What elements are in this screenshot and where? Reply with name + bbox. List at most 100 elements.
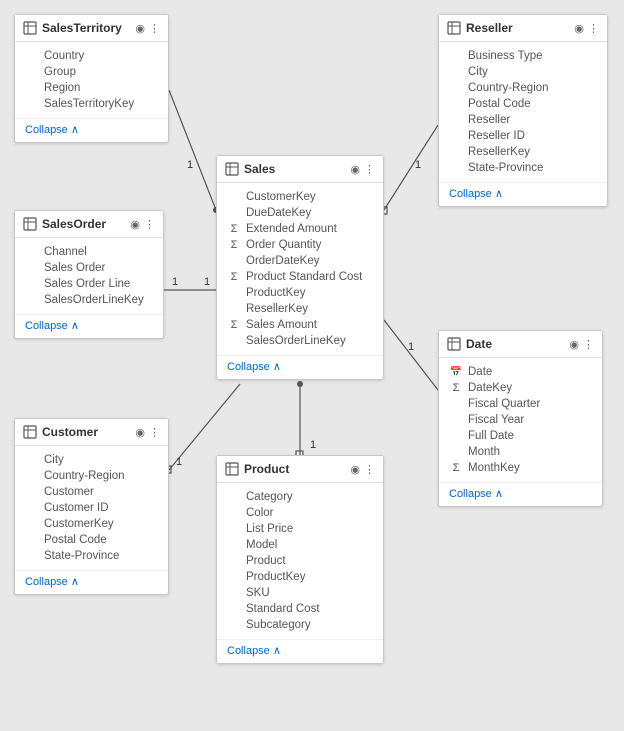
customer-body: City Country-Region Customer Customer ID… <box>15 446 168 570</box>
salesterritory-menu-icon[interactable]: ⋮ <box>149 22 160 35</box>
reseller-menu-icon[interactable]: ⋮ <box>588 22 599 35</box>
product-collapse[interactable]: Collapse ∧ <box>217 639 383 663</box>
field-name: ResellerKey <box>468 146 530 158</box>
list-item: SKU <box>217 585 383 601</box>
date-menu-icon[interactable]: ⋮ <box>583 338 594 351</box>
product-collapse-icon: ∧ <box>273 644 281 657</box>
reseller-header: Reseller ◉ ⋮ <box>439 15 607 42</box>
sales-table-icon <box>225 162 239 176</box>
field-name: State-Province <box>468 162 543 174</box>
sales-collapse[interactable]: Collapse ∧ <box>217 355 383 379</box>
salesorder-eye-icon[interactable]: ◉ <box>130 218 140 231</box>
list-item: ΣDateKey <box>439 380 602 396</box>
field-name: Country <box>44 50 84 62</box>
field-name: ProductKey <box>246 571 305 583</box>
list-item: Category <box>217 489 383 505</box>
field-name: Postal Code <box>468 98 531 110</box>
table-customer: Customer ◉ ⋮ City Country-Region Custome… <box>14 418 169 595</box>
table-salesorder: SalesOrder ◉ ⋮ Channel Sales Order Sales… <box>14 210 164 339</box>
sales-menu-icon[interactable]: ⋮ <box>364 163 375 176</box>
date-header: Date ◉ ⋮ <box>439 331 602 358</box>
salesorder-header: SalesOrder ◉ ⋮ <box>15 211 163 238</box>
customer-collapse-icon: ∧ <box>71 575 79 588</box>
product-menu-icon[interactable]: ⋮ <box>364 463 375 476</box>
salesorder-body: Channel Sales Order Sales Order Line Sal… <box>15 238 163 314</box>
field-name: Subcategory <box>246 619 311 631</box>
svg-text:1: 1 <box>310 439 316 451</box>
field-name: Extended Amount <box>246 223 337 235</box>
list-item: City <box>439 64 607 80</box>
sales-eye-icon[interactable]: ◉ <box>350 163 360 176</box>
list-item: Business Type <box>439 48 607 64</box>
table-product: Product ◉ ⋮ Category Color List Price Mo… <box>216 455 384 664</box>
field-name: City <box>44 454 64 466</box>
field-name: CustomerKey <box>44 518 114 530</box>
customer-eye-icon[interactable]: ◉ <box>135 426 145 439</box>
salesterritory-collapse[interactable]: Collapse ∧ <box>15 118 168 142</box>
salesterritory-title: SalesTerritory <box>42 21 130 35</box>
customer-header: Customer ◉ ⋮ <box>15 419 168 446</box>
field-name: Fiscal Quarter <box>468 398 540 410</box>
customer-actions: ◉ ⋮ <box>135 426 160 439</box>
date-title: Date <box>466 337 564 351</box>
field-name: Customer <box>44 486 94 498</box>
reseller-eye-icon[interactable]: ◉ <box>574 22 584 35</box>
svg-text:1: 1 <box>172 276 178 288</box>
list-item: OrderDateKey <box>217 253 383 269</box>
list-item: CustomerKey <box>217 189 383 205</box>
field-name: Date <box>468 366 492 378</box>
list-item: Sales Order Line <box>15 276 163 292</box>
salesorder-table-icon <box>23 217 37 231</box>
sigma-icon: Σ <box>227 223 241 235</box>
salesorder-collapse[interactable]: Collapse ∧ <box>15 314 163 338</box>
field-name: ResellerKey <box>246 303 308 315</box>
svg-text:1: 1 <box>204 276 210 288</box>
date-table-icon <box>447 337 461 351</box>
field-name: Color <box>246 507 273 519</box>
list-item: ResellerKey <box>217 301 383 317</box>
list-item: ProductKey <box>217 285 383 301</box>
diagram-canvas: 1 1 1 1 1 1 1 SalesTe <box>0 0 624 731</box>
field-name: Full Date <box>468 430 514 442</box>
list-item: ΣSales Amount <box>217 317 383 333</box>
field-name: State-Province <box>44 550 119 562</box>
product-title: Product <box>244 462 345 476</box>
reseller-title: Reseller <box>466 21 569 35</box>
field-name: OrderDateKey <box>246 255 320 267</box>
list-item: Customer ID <box>15 500 168 516</box>
list-item: Postal Code <box>15 532 168 548</box>
reseller-collapse-icon: ∧ <box>495 187 503 200</box>
reseller-collapse[interactable]: Collapse ∧ <box>439 182 607 206</box>
salesorder-collapse-label: Collapse <box>25 320 68 332</box>
customer-table-icon <box>23 425 37 439</box>
field-name: Country-Region <box>44 470 125 482</box>
product-eye-icon[interactable]: ◉ <box>350 463 360 476</box>
field-name: Business Type <box>468 50 543 62</box>
field-name: Region <box>44 82 80 94</box>
list-item: SalesOrderLineKey <box>15 292 163 308</box>
svg-text:1: 1 <box>176 456 182 468</box>
list-item: Product <box>217 553 383 569</box>
field-name: Postal Code <box>44 534 107 546</box>
salesterritory-collapse-label: Collapse <box>25 124 68 136</box>
calendar-icon: 📅 <box>449 367 463 378</box>
field-name: Sales Order Line <box>44 278 130 290</box>
salesterritory-eye-icon[interactable]: ◉ <box>135 22 145 35</box>
product-collapse-label: Collapse <box>227 645 270 657</box>
salesorder-menu-icon[interactable]: ⋮ <box>144 218 155 231</box>
date-collapse[interactable]: Collapse ∧ <box>439 482 602 506</box>
date-eye-icon[interactable]: ◉ <box>569 338 579 351</box>
customer-menu-icon[interactable]: ⋮ <box>149 426 160 439</box>
product-table-icon <box>225 462 239 476</box>
date-collapse-label: Collapse <box>449 488 492 500</box>
list-item: Reseller <box>439 112 607 128</box>
reseller-collapse-label: Collapse <box>449 188 492 200</box>
salesorder-collapse-icon: ∧ <box>71 319 79 332</box>
table-salesterritory: SalesTerritory ◉ ⋮ Country Group Region … <box>14 14 169 143</box>
list-item: ΣMonthKey <box>439 460 602 476</box>
list-item: Customer <box>15 484 168 500</box>
customer-collapse[interactable]: Collapse ∧ <box>15 570 168 594</box>
date-body: 📅 Date ΣDateKey Fiscal Quarter Fiscal Ye… <box>439 358 602 482</box>
list-item: Sales Order <box>15 260 163 276</box>
sales-title: Sales <box>244 162 345 176</box>
